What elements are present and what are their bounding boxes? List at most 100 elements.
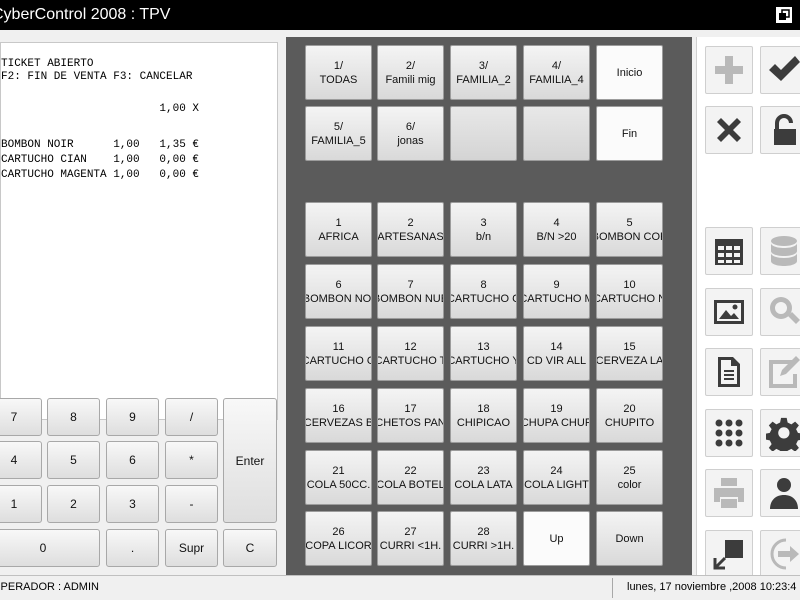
- calendar-grid-button[interactable]: [705, 227, 753, 275]
- ticket-line: CARTUCHO MAGENTA 1,00 0,00 €: [1, 169, 200, 181]
- inicio-button[interactable]: Inicio: [596, 45, 663, 100]
- exit-button[interactable]: [760, 530, 800, 578]
- button-label: BOMBON COK: [596, 230, 662, 243]
- product-button[interactable]: 10 CARTUCHO N: [596, 264, 663, 319]
- empty-family-slot[interactable]: [450, 106, 517, 161]
- unlock-button[interactable]: [760, 106, 800, 154]
- cross-icon: [717, 118, 741, 142]
- ticket-line: CARTUCHO CIAN 1,00 0,00 €: [1, 154, 200, 166]
- database-button[interactable]: [760, 227, 800, 275]
- product-button[interactable]: 1 AFRICA: [305, 202, 372, 257]
- product-button[interactable]: 24 COLA LIGHT: [523, 450, 590, 505]
- product-button[interactable]: 25 color: [596, 450, 663, 505]
- supr-button[interactable]: Supr: [165, 529, 218, 567]
- key-1[interactable]: 1: [0, 485, 42, 523]
- key-3[interactable]: 3: [106, 485, 159, 523]
- product-button[interactable]: 16 CERVEZAS B: [305, 388, 372, 443]
- product-button[interactable]: 9 CARTUCHO M: [523, 264, 590, 319]
- product-button[interactable]: 20 CHUPITO: [596, 388, 663, 443]
- product-button[interactable]: 2 ARTESANAS: [377, 202, 444, 257]
- product-button[interactable]: 15 CERVEZA LA: [596, 326, 663, 381]
- button-label: CARTUCHO T: [377, 354, 444, 367]
- product-button[interactable]: 8 CARTUCHO C: [450, 264, 517, 319]
- family-button[interactable]: 5/FAMILIA_5: [305, 106, 372, 161]
- product-button[interactable]: 3 b/n: [450, 202, 517, 257]
- product-button[interactable]: 11 CARTUCHO O: [305, 326, 372, 381]
- checkmark-button[interactable]: [760, 46, 800, 94]
- gear-button[interactable]: [760, 409, 800, 457]
- product-button[interactable]: 19 CHUPA CHUP: [523, 388, 590, 443]
- fin-button[interactable]: Fin: [596, 106, 663, 161]
- product-button[interactable]: 7BOMBON NUE: [377, 264, 444, 319]
- family-button[interactable]: 6/jonas: [377, 106, 444, 161]
- key-7[interactable]: 7: [0, 398, 42, 436]
- status-bar: OPERADOR : ADMIN lunes, 17 noviembre ,20…: [0, 575, 800, 600]
- product-button[interactable]: 27 CURRI <1H.: [377, 511, 444, 566]
- printer-icon: [714, 478, 744, 508]
- edit-button[interactable]: [760, 348, 800, 396]
- product-button[interactable]: 5BOMBON COK: [596, 202, 663, 257]
- family-button[interactable]: 1/TODAS: [305, 45, 372, 100]
- button-label: FAMILIA_4: [529, 73, 584, 86]
- button-label: CERVEZAS B: [305, 416, 372, 429]
- button-label: jonas: [397, 134, 424, 147]
- product-button[interactable]: 4 B/N >20: [523, 202, 590, 257]
- product-button[interactable]: 17 CHETOS PAN: [377, 388, 444, 443]
- button-number: 6: [335, 278, 342, 291]
- product-button[interactable]: 26 COPA LICOR: [305, 511, 372, 566]
- product-panel: 1/TODAS 2/Famili mig 3/FAMILIA_2 4/FAMILIA_…: [286, 37, 692, 575]
- minimize-window-icon: [713, 540, 743, 570]
- page-up-button[interactable]: Up: [523, 511, 590, 566]
- product-button[interactable]: 13 CARTUCHO Y: [450, 326, 517, 381]
- user-button[interactable]: [760, 469, 800, 517]
- printer-button[interactable]: [705, 469, 753, 517]
- ticket-line: F2: FIN DE VENTA F3: CANCELAR: [1, 71, 193, 83]
- family-button[interactable]: 2/Famili mig: [377, 45, 444, 100]
- product-button[interactable]: 22 COLA BOTEL: [377, 450, 444, 505]
- plus-button[interactable]: [705, 46, 753, 94]
- key-6[interactable]: 6: [106, 441, 159, 479]
- key-0[interactable]: 0: [0, 529, 100, 567]
- product-button[interactable]: 23 COLA LATA: [450, 450, 517, 505]
- keypad-button[interactable]: [705, 409, 753, 457]
- button-number: 2/: [405, 59, 416, 72]
- cross-button[interactable]: [705, 106, 753, 154]
- button-label: ARTESANAS: [377, 230, 444, 243]
- button-label: CARTUCHO O: [305, 354, 372, 367]
- family-button[interactable]: 4/FAMILIA_4: [523, 45, 590, 100]
- exit-icon: [770, 538, 799, 570]
- key-9[interactable]: 9: [106, 398, 159, 436]
- product-button[interactable]: 21 COLA 50CC.: [305, 450, 372, 505]
- button-number: 7: [407, 278, 414, 291]
- family-button[interactable]: 3/FAMILIA_2: [450, 45, 517, 100]
- key-2[interactable]: 2: [47, 485, 100, 523]
- empty-family-slot[interactable]: [523, 106, 590, 161]
- status-datetime: lunes, 17 noviembre ,2008 10:23:4: [627, 581, 797, 593]
- page-down-button[interactable]: Down: [596, 511, 663, 566]
- minimize-window-button[interactable]: [705, 530, 753, 578]
- key-4[interactable]: 4: [0, 441, 42, 479]
- button-number: 28: [477, 525, 490, 538]
- button-label: Fin: [621, 127, 638, 140]
- product-button[interactable]: 12 CARTUCHO T: [377, 326, 444, 381]
- button-label: CARTUCHO C: [450, 292, 517, 305]
- button-label: Famili mig: [385, 73, 436, 86]
- key-divide[interactable]: /: [165, 398, 218, 436]
- picture-button[interactable]: [705, 288, 753, 336]
- key-minus[interactable]: -: [165, 485, 218, 523]
- product-button[interactable]: 14 CD VIR ALL: [523, 326, 590, 381]
- document-button[interactable]: [705, 348, 753, 396]
- key-decimal[interactable]: .: [106, 529, 159, 567]
- key-8[interactable]: 8: [47, 398, 100, 436]
- clear-button[interactable]: C: [223, 529, 277, 567]
- enter-button[interactable]: Enter: [223, 398, 277, 523]
- product-button[interactable]: 18 CHIPICAO: [450, 388, 517, 443]
- magnifier-button[interactable]: [760, 288, 800, 336]
- restore-window-icon[interactable]: [776, 7, 792, 23]
- button-label: FAMILIA_5: [311, 134, 366, 147]
- plus-icon: [715, 56, 743, 84]
- product-button[interactable]: 28 CURRI >1H.: [450, 511, 517, 566]
- product-button[interactable]: 6 BOMBON NOI: [305, 264, 372, 319]
- key-multiply[interactable]: *: [165, 441, 218, 479]
- key-5[interactable]: 5: [47, 441, 100, 479]
